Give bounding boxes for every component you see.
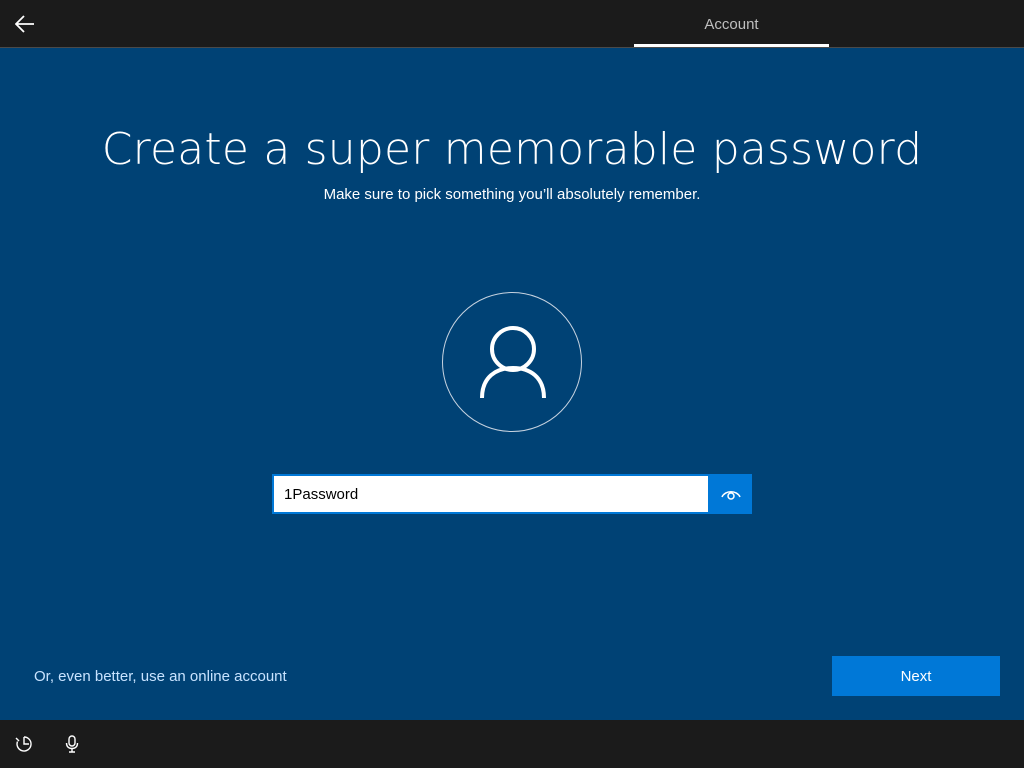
next-button[interactable]: Next	[832, 656, 1000, 696]
bottom-bar	[0, 720, 1024, 768]
ease-of-access-icon	[15, 736, 32, 752]
main-content: Create a super memorable password Make s…	[0, 48, 1024, 720]
top-bar: Account	[0, 0, 1024, 48]
online-account-link[interactable]: Or, even better, use an online account	[34, 668, 287, 685]
ease-of-access-button[interactable]	[14, 734, 34, 754]
back-button[interactable]	[10, 9, 40, 39]
page-title: Create a super memorable password	[101, 124, 923, 175]
microphone-button[interactable]	[62, 734, 82, 754]
user-icon	[480, 326, 546, 399]
tab-account: Account	[704, 15, 759, 33]
back-arrow-icon	[15, 15, 34, 33]
tab-underline	[634, 44, 829, 47]
microphone-icon	[65, 735, 79, 753]
reveal-password-button[interactable]	[709, 474, 752, 514]
password-input[interactable]	[272, 474, 710, 514]
password-field-group	[272, 474, 752, 514]
avatar	[442, 292, 582, 432]
page-subtitle: Make sure to pick something you’ll absol…	[323, 186, 701, 203]
eye-icon	[720, 491, 741, 500]
